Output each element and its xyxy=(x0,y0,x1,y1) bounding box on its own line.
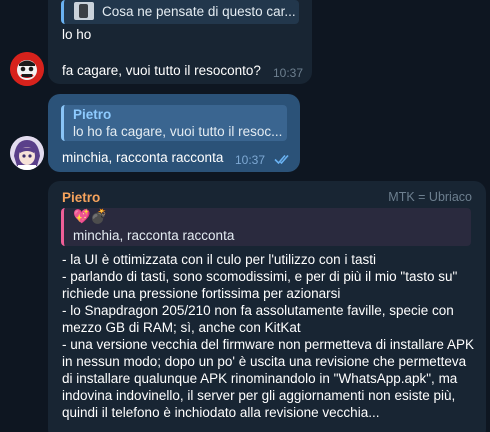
message-time: 10:37 xyxy=(235,153,266,167)
message-bubble-outgoing[interactable]: Pietro lo ho fa cagare, vuoi tutto il re… xyxy=(48,94,300,172)
message-text-line: mezzo GB di RAM; sì, anche con KitKat xyxy=(62,320,301,335)
message-time: 10:37 xyxy=(273,66,304,80)
reply-quote[interactable]: Pietro lo ho fa cagare, vuoi tutto il re… xyxy=(61,105,287,141)
own-avatar[interactable] xyxy=(10,136,44,170)
avatar-anime-icon xyxy=(10,136,44,170)
message-text-line: quindi il telefono è inchiodato alla rev… xyxy=(62,405,380,420)
sender-avatar[interactable] xyxy=(10,52,44,86)
message-text-line: - la UI è ottimizzata con il culo per l'… xyxy=(62,252,376,267)
reply-preview-text: Cosa ne pensate di questo car... xyxy=(102,4,296,19)
message-text-line: - lo Snapdragon 205/210 non fa assolutam… xyxy=(62,303,454,318)
reply-quote[interactable]: 💖💣 minchia, racconta racconta xyxy=(61,208,471,246)
message-text-line: - parlando di tasti, sono scomodissimi, … xyxy=(62,269,458,284)
reply-emoji: 💖💣 xyxy=(73,209,108,225)
message-text-line: indovina indovinello, il server per gli … xyxy=(62,388,456,403)
reply-thumbnail xyxy=(74,2,94,20)
message-text-line: richiede una pressione fortissima per az… xyxy=(62,286,341,301)
message-text-line: lo ho xyxy=(62,27,92,42)
reply-preview-text: minchia, racconta racconta xyxy=(73,228,235,243)
message-text-line: in nessun modo; dopo un po' è uscita una… xyxy=(62,354,467,369)
message-text-line: fa cagare, vuoi tutto il resoconto? xyxy=(62,63,261,78)
phone-image-icon xyxy=(79,4,88,18)
admin-badge: MTK = Ubriaco xyxy=(388,190,472,204)
reply-author: Pietro xyxy=(73,107,112,122)
read-checkmarks-icon xyxy=(274,154,289,165)
chat-history: Cosa ne pensate di questo car... lo ho f… xyxy=(0,0,490,432)
message-author[interactable]: Pietro xyxy=(62,189,100,206)
avatar-face-icon xyxy=(10,52,44,86)
message-text-line: di installare qualunque APK rinominandol… xyxy=(62,371,458,386)
message-text-line: - una versione vecchia del firmware non … xyxy=(62,337,474,352)
message-bubble-incoming-2[interactable]: Pietro MTK = Ubriaco 💖💣 minchia, raccont… xyxy=(48,181,486,432)
message-bubble-incoming-1[interactable]: Cosa ne pensate di questo car... lo ho f… xyxy=(48,0,312,84)
reply-preview-text: lo ho fa cagare, vuoi tutto il resoc... xyxy=(73,124,283,139)
message-body: - la UI è ottimizzata con il culo per l'… xyxy=(62,251,482,421)
message-text: minchia, racconta racconta xyxy=(62,150,224,165)
reply-quote[interactable]: Cosa ne pensate di questo car... xyxy=(61,0,299,24)
